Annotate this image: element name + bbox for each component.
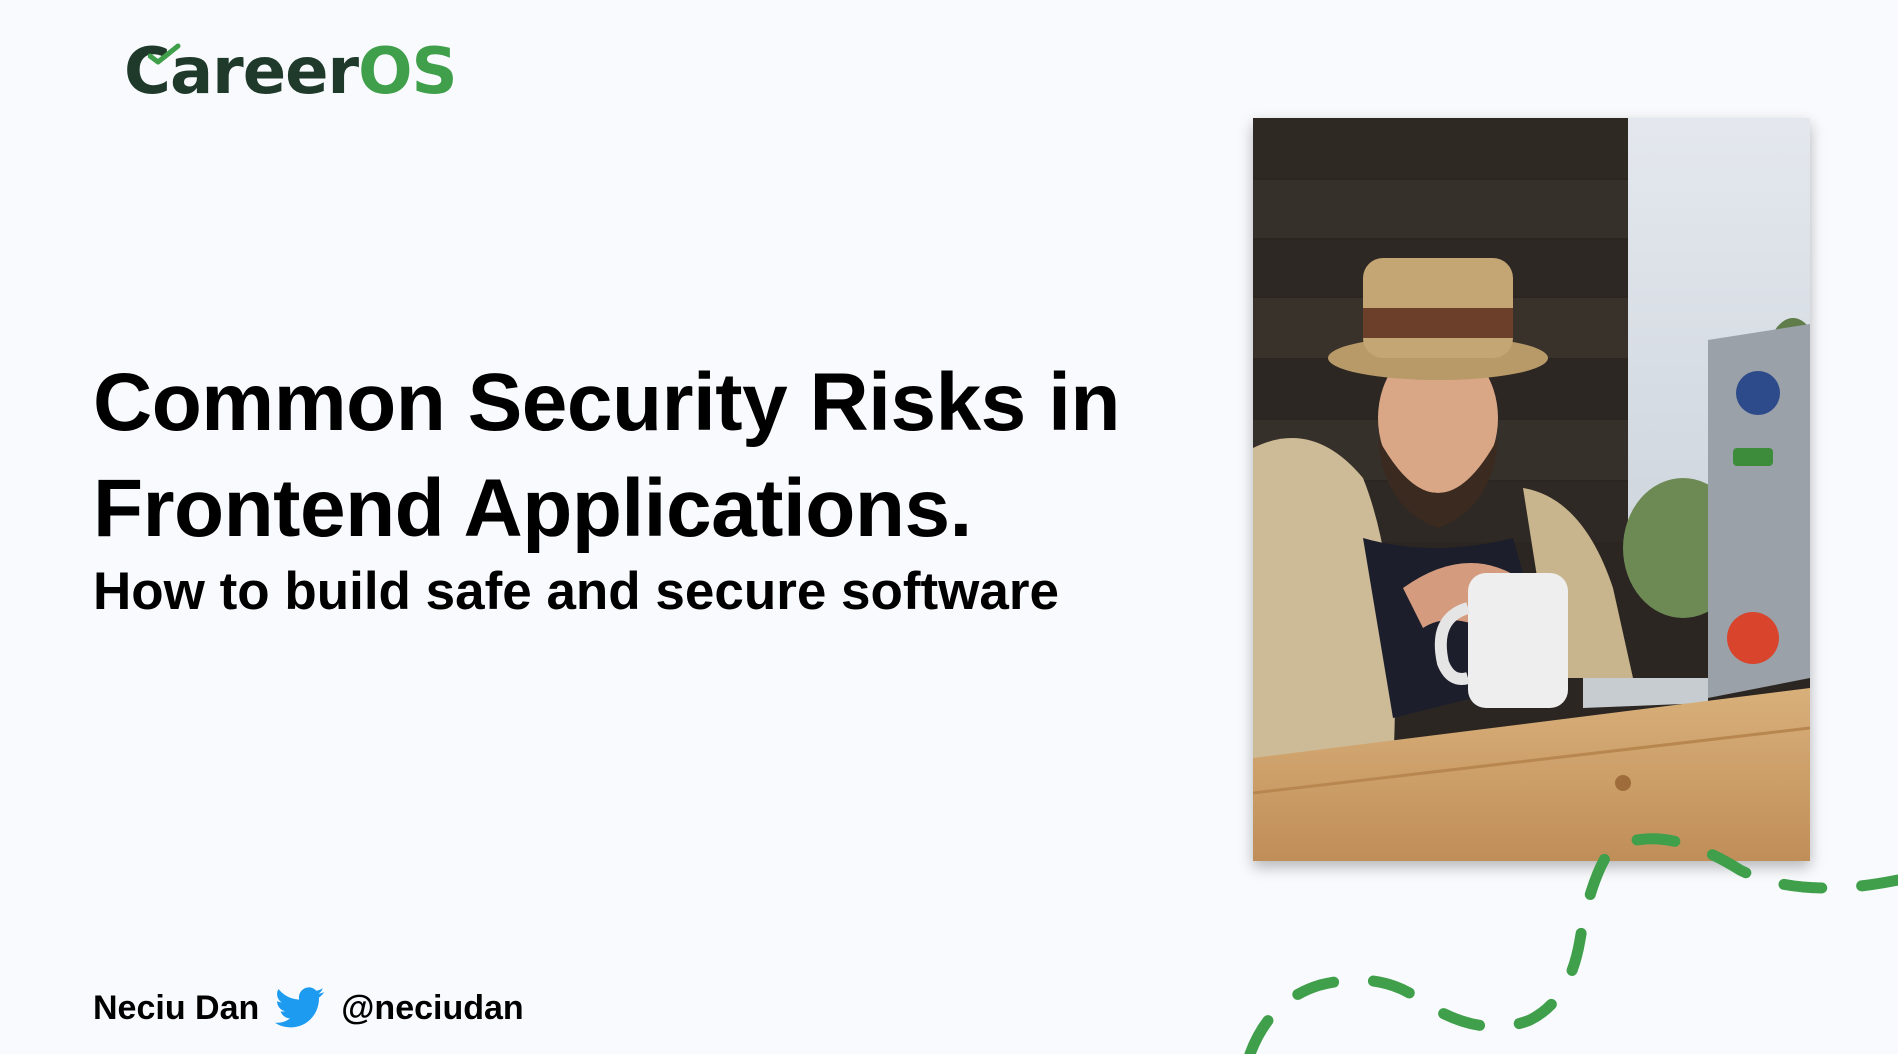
twitter-bird-icon [275, 987, 325, 1029]
speaker-name: Neciu Dan [93, 988, 260, 1027]
twitter-handle[interactable]: @neciudan [341, 989, 523, 1028]
dashed-path-decoration [1244, 833, 1898, 1054]
speaker-info: Neciu Dan @neciudan [93, 985, 524, 1031]
